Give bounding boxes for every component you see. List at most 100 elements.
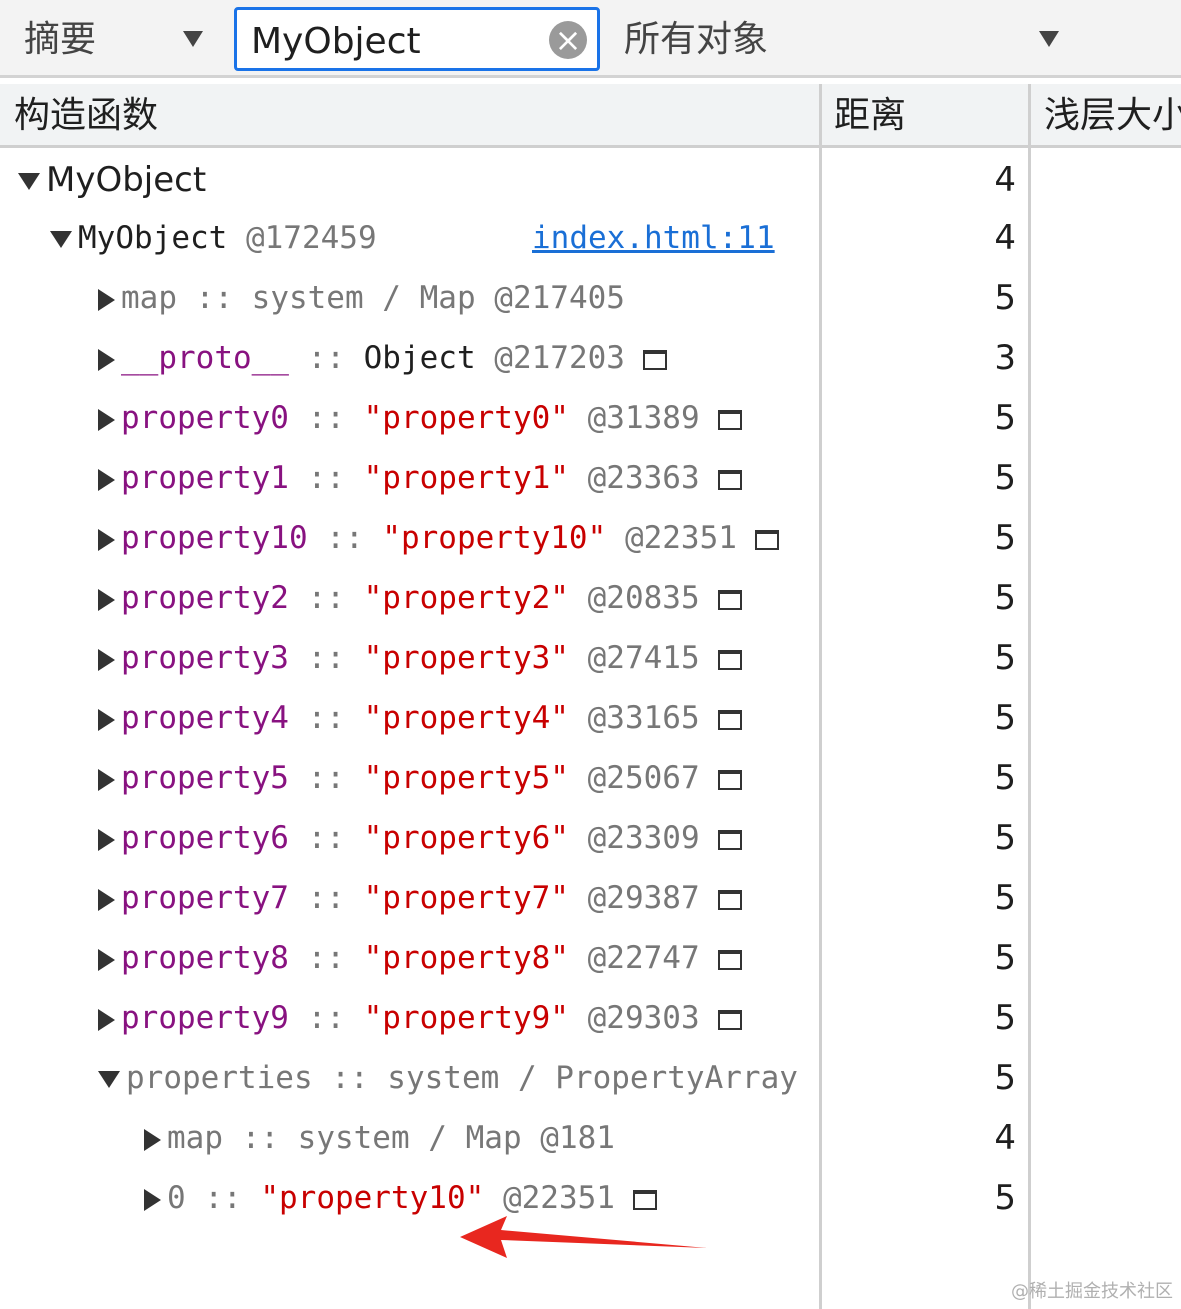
tree-row[interactable]: property9 :: "property9" @29303 <box>0 988 820 1048</box>
collapsed-triangle-icon[interactable] <box>98 1008 115 1031</box>
reveal-in-summary-icon[interactable] <box>754 529 779 550</box>
separator: :: <box>288 700 364 736</box>
retainers-tree: MyObject MyObject @172459 index.html:11 … <box>0 148 820 1309</box>
collapsed-triangle-icon[interactable] <box>98 828 115 851</box>
filter-dropdown-icon[interactable] <box>1039 31 1059 47</box>
collapsed-triangle-icon[interactable] <box>144 1188 161 1211</box>
property-key: properties <box>126 1060 313 1096</box>
reveal-in-summary-icon[interactable] <box>717 1009 742 1030</box>
collapsed-triangle-icon[interactable] <box>98 648 115 671</box>
tree-row[interactable]: property0 :: "property0" @31389 <box>0 388 820 448</box>
collapsed-triangle-icon[interactable] <box>98 588 115 611</box>
reveal-in-summary-icon[interactable] <box>642 349 667 370</box>
property-value: Object <box>363 340 476 376</box>
property-key: map <box>121 280 177 316</box>
tree-row[interactable]: property10 :: "property10" @22351 <box>0 508 820 568</box>
property-value: "property5" <box>363 760 569 796</box>
view-selector-label[interactable]: 摘要 <box>24 18 96 62</box>
reveal-in-summary-icon[interactable] <box>717 649 742 670</box>
property-key: property7 <box>121 880 289 916</box>
object-id: @172459 <box>245 220 377 256</box>
object-id: @22747 <box>587 940 700 976</box>
table-header: 构造函数 距离 浅层大小 <box>0 84 1181 148</box>
tree-row[interactable]: MyObject <box>0 150 820 210</box>
object-filter-label[interactable]: 所有对象 <box>624 18 768 62</box>
distance-value: 5 <box>994 398 1016 438</box>
object-id: @20835 <box>587 580 700 616</box>
reveal-in-summary-icon[interactable] <box>632 1189 657 1210</box>
collapsed-triangle-icon[interactable] <box>98 768 115 791</box>
tree-row[interactable]: property7 :: "property7" @29387 <box>0 868 820 928</box>
property-value: "property10" <box>260 1180 485 1216</box>
class-filter-input[interactable]: MyObject × <box>234 7 600 71</box>
distance-value: 5 <box>994 878 1016 918</box>
column-divider[interactable] <box>1028 84 1031 1309</box>
column-distance[interactable]: 距离 <box>834 94 906 138</box>
property-value: "property3" <box>363 640 569 676</box>
tree-row[interactable]: property3 :: "property3" @27415 <box>0 628 820 688</box>
collapsed-triangle-icon[interactable] <box>98 708 115 731</box>
expanded-triangle-icon[interactable] <box>18 173 40 190</box>
reveal-in-summary-icon[interactable] <box>717 829 742 850</box>
property-value: "property8" <box>363 940 569 976</box>
property-key: property6 <box>121 820 289 856</box>
property-key: property10 <box>121 520 308 556</box>
reveal-in-summary-icon[interactable] <box>717 709 742 730</box>
property-value: system / PropertyArray <box>387 1060 798 1096</box>
distance-value: 5 <box>994 578 1016 618</box>
column-constructor[interactable]: 构造函数 <box>14 94 158 138</box>
collapsed-triangle-icon[interactable] <box>98 528 115 551</box>
object-id: @31389 <box>587 400 700 436</box>
reveal-in-summary-icon[interactable] <box>717 889 742 910</box>
tree-row[interactable]: property5 :: "property5" @25067 <box>0 748 820 808</box>
object-id: @33165 <box>587 700 700 736</box>
tree-row[interactable]: map :: system / Map @181 <box>0 1108 820 1168</box>
property-key: property5 <box>121 760 289 796</box>
distance-value: 5 <box>994 1178 1016 1218</box>
distance-value: 4 <box>994 160 1016 200</box>
collapsed-triangle-icon[interactable] <box>144 1128 161 1151</box>
separator: :: <box>223 1120 298 1156</box>
reveal-in-summary-icon[interactable] <box>717 769 742 790</box>
separator: :: <box>185 1180 261 1216</box>
collapsed-triangle-icon[interactable] <box>98 408 115 431</box>
collapsed-triangle-icon[interactable] <box>98 888 115 911</box>
view-dropdown-icon[interactable] <box>183 31 203 47</box>
collapsed-triangle-icon[interactable] <box>98 348 115 371</box>
tree-row[interactable]: property8 :: "property8" @22747 <box>0 928 820 988</box>
collapsed-triangle-icon[interactable] <box>98 468 115 491</box>
tree-row[interactable]: property4 :: "property4" @33165 <box>0 688 820 748</box>
distance-value: 5 <box>994 1058 1016 1098</box>
property-value: "property7" <box>363 880 569 916</box>
object-id: @217203 <box>494 340 625 376</box>
toolbar: 摘要 MyObject × 所有对象 <box>0 0 1181 78</box>
reveal-in-summary-icon[interactable] <box>717 949 742 970</box>
tree-row[interactable]: properties :: system / PropertyArray <box>0 1048 820 1108</box>
property-key: property0 <box>121 400 289 436</box>
tree-row[interactable]: property6 :: "property6" @23309 <box>0 808 820 868</box>
separator: :: <box>312 1060 388 1096</box>
tree-row[interactable]: property1 :: "property1" @23363 <box>0 448 820 508</box>
expanded-triangle-icon[interactable] <box>98 1071 120 1088</box>
property-key: property9 <box>121 1000 289 1036</box>
separator: :: <box>288 400 364 436</box>
source-link[interactable]: index.html:11 <box>532 208 775 268</box>
tree-row[interactable]: MyObject @172459 index.html:11 <box>0 208 820 268</box>
object-id: @181 <box>540 1120 615 1156</box>
tree-row[interactable]: __proto__ :: Object @217203 <box>0 328 820 388</box>
collapsed-triangle-icon[interactable] <box>98 948 115 971</box>
tree-row[interactable]: property2 :: "property2" @20835 <box>0 568 820 628</box>
collapsed-triangle-icon[interactable] <box>98 288 115 311</box>
reveal-in-summary-icon[interactable] <box>717 409 742 430</box>
reveal-in-summary-icon[interactable] <box>717 589 742 610</box>
tree-row[interactable]: map :: system / Map @217405 <box>0 268 820 328</box>
search-value[interactable]: MyObject <box>251 20 421 64</box>
object-id: @23309 <box>587 820 700 856</box>
property-key: map <box>167 1120 223 1156</box>
column-shallow-size[interactable]: 浅层大小 <box>1044 94 1181 138</box>
reveal-in-summary-icon[interactable] <box>717 469 742 490</box>
clear-search-icon[interactable]: × <box>549 21 587 59</box>
expanded-triangle-icon[interactable] <box>50 231 72 248</box>
object-id: @23363 <box>587 460 700 496</box>
object-name: MyObject <box>78 220 228 256</box>
